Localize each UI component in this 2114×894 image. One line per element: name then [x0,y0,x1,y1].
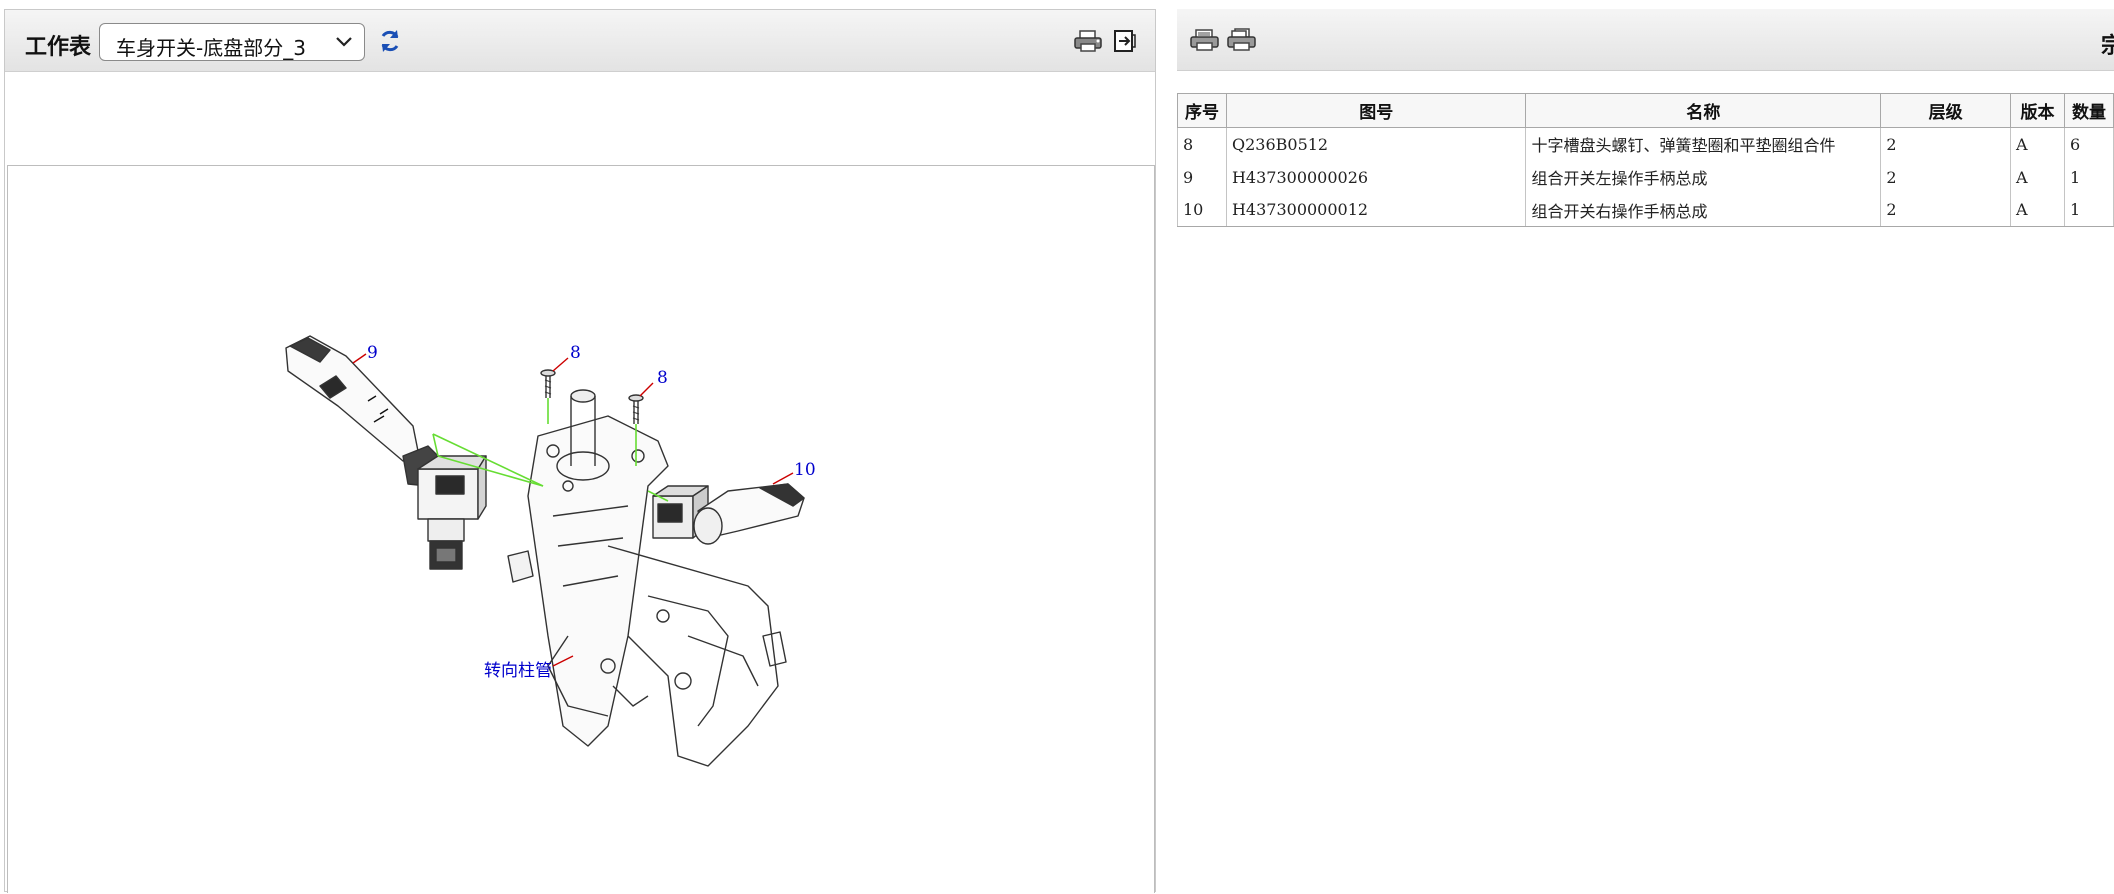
col-header-level[interactable]: 层级 [1880,93,2012,128]
cell-drawing-no: H437300000026 [1225,160,1527,194]
table-header-row: 序号 图号 名称 层级 版本 数量 [1177,93,2114,128]
drawing-header-space [5,72,1155,165]
cell-version: A [2010,127,2065,161]
col-header-name[interactable]: 名称 [1525,93,1882,128]
panel-title-truncated: 宗 [2101,34,2114,59]
table-row[interactable]: 10 H437300000012 组合开关右操作手柄总成 2 A 1 [1177,193,2114,227]
worksheet-select[interactable]: 车身开关-底盘部分_3 [99,23,365,61]
parts-table: 序号 图号 名称 层级 版本 数量 8 Q236B0512 十字槽盘头螺钉、弹簧… [1177,93,2114,227]
table-row[interactable]: 9 H437300000026 组合开关左操作手柄总成 2 A 1 [1177,160,2114,194]
col-header-quantity[interactable]: 数量 [2063,93,2114,128]
callout-10[interactable]: 10 [794,460,816,480]
callout-8-left[interactable]: 8 [570,343,581,363]
cell-drawing-no: H437300000012 [1225,193,1527,227]
steering-column-drawing[interactable] [507,389,787,767]
drawing-panel: 工作表 车身开关-底盘部分_3 9 8 8 10 转向柱管 [4,9,1156,893]
cell-level: 2 [1880,127,2012,161]
cell-level: 2 [1880,193,2012,227]
chevron-down-icon [334,32,354,56]
cell-index: 8 [1177,127,1227,161]
cell-quantity: 6 [2063,127,2114,161]
print-list-icon[interactable] [1189,28,1221,56]
cell-version: A [2010,160,2065,194]
table-row[interactable]: 8 Q236B0512 十字槽盘头螺钉、弹簧垫圈和平垫圈组合件 2 A 6 [1177,127,2114,161]
worksheet-select-value: 车身开关-底盘部分_3 [116,36,306,60]
callout-8-right[interactable]: 8 [657,368,668,388]
parts-list-toolbar: 宗 [1177,9,2114,71]
callout-9[interactable]: 9 [367,343,378,363]
worksheet-label: 工作表 [25,35,92,60]
col-header-version[interactable]: 版本 [2010,93,2065,128]
cell-version: A [2010,193,2065,227]
cell-drawing-no: Q236B0512 [1225,127,1527,161]
exploded-drawing-area[interactable]: 9 8 8 10 转向柱管 [7,165,1155,893]
cell-level: 2 [1880,160,2012,194]
screw-right-drawing[interactable] [628,394,644,424]
cell-name: 组合开关左操作手柄总成 [1525,160,1882,194]
cell-quantity: 1 [2063,160,2114,194]
cell-index: 9 [1177,160,1227,194]
cell-quantity: 1 [2063,193,2114,227]
print-all-icon[interactable] [1226,28,1258,56]
refresh-icon[interactable] [377,28,403,58]
assembly-label[interactable]: 转向柱管 [484,661,552,681]
right-switch-stalk-drawing[interactable] [652,483,805,545]
col-header-drawing-no[interactable]: 图号 [1225,93,1527,128]
col-header-index[interactable]: 序号 [1177,93,1227,128]
parts-list-panel: 宗 序号 图号 名称 层级 版本 数量 8 Q236B0512 十字槽盘头螺钉、… [1177,9,2114,892]
drawing-toolbar: 工作表 车身开关-底盘部分_3 [5,10,1155,72]
left-switch-stalk-drawing[interactable] [285,335,487,570]
screw-left-drawing[interactable] [540,369,556,398]
cell-name: 组合开关右操作手柄总成 [1525,193,1882,227]
printer-icon[interactable] [1073,29,1105,57]
cell-index: 10 [1177,193,1227,227]
exit-icon[interactable] [1113,29,1137,57]
cell-name: 十字槽盘头螺钉、弹簧垫圈和平垫圈组合件 [1525,127,1882,161]
parts-diagram[interactable]: 9 8 8 10 转向柱管 [8,166,1154,894]
